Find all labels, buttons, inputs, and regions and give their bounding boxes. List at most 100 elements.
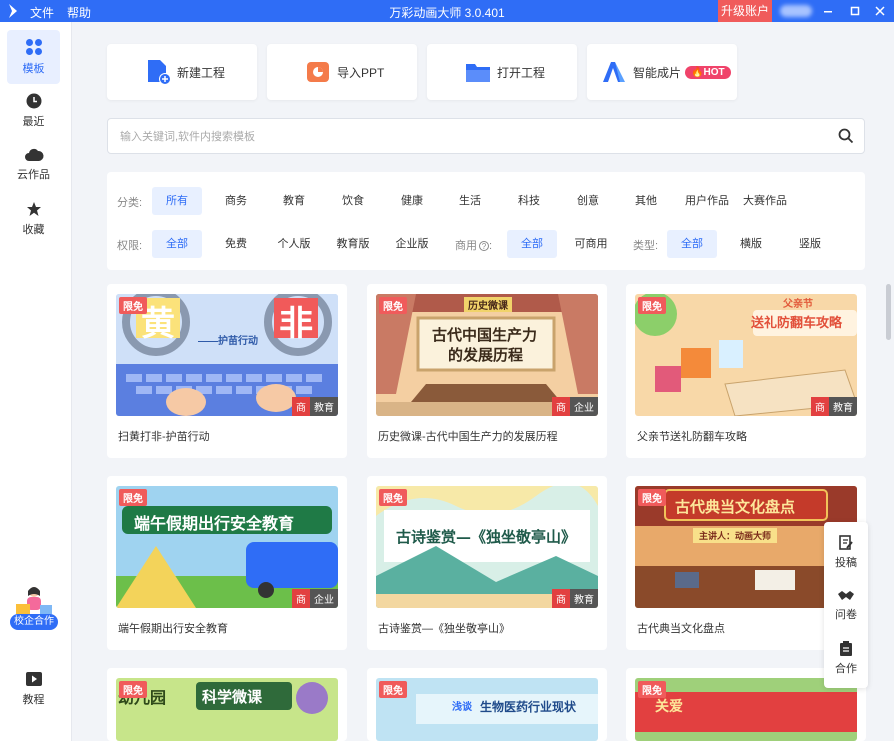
chip-category-education[interactable]: 教育: [269, 187, 319, 215]
tag-group: 商教育: [552, 589, 598, 608]
chip-permission-all[interactable]: 全部: [152, 230, 202, 258]
action-label: 智能成片: [633, 65, 682, 80]
tag-group: 商企业: [552, 397, 598, 416]
sidebar-item-templates[interactable]: 模板: [7, 30, 60, 84]
template-thumbnail[interactable]: 黄 非 ——护苗行动 限免 商教育: [116, 294, 338, 416]
handshake-icon: [838, 590, 854, 600]
help-icon[interactable]: ?: [479, 241, 489, 251]
open-project-button[interactable]: 打开工程: [427, 44, 577, 100]
template-card[interactable]: 历史微课 古代中国生产力 的发展历程 限免 商企业 历史微课-古代中国生产力的发…: [367, 284, 607, 458]
chip-category-all[interactable]: 所有: [152, 187, 202, 215]
clock-icon: [26, 93, 41, 109]
sidebar-item-recent[interactable]: 最近: [7, 84, 60, 138]
thumb-text: 父亲节: [783, 299, 813, 310]
chip-category-life[interactable]: 生活: [445, 187, 495, 215]
template-title: 端午假期出行安全教育: [118, 623, 228, 635]
chip-category-health[interactable]: 健康: [387, 187, 437, 215]
chip-permission-personal[interactable]: 个人版: [269, 230, 319, 258]
sidebar-item-favorites[interactable]: 收藏: [7, 192, 60, 246]
new-project-button[interactable]: 新建工程: [107, 44, 257, 100]
menu-help[interactable]: 帮助: [67, 4, 91, 21]
chip-category-food[interactable]: 饮食: [328, 187, 378, 215]
thumb-text: 浅谈: [452, 702, 472, 713]
tag-group: 商教育: [811, 397, 857, 416]
thumb-text: 生物医药行业现状: [480, 700, 577, 714]
chip-category-business[interactable]: 商务: [211, 187, 261, 215]
chip-permission-education[interactable]: 教育版: [328, 230, 378, 258]
floatbar-label: 投稿: [835, 556, 857, 569]
chip-category-user-works[interactable]: 用户作品: [679, 187, 735, 215]
app-logo-icon: [9, 4, 17, 18]
chip-commercial-all[interactable]: 全部: [507, 230, 557, 258]
submit-work-button[interactable]: 投稿: [824, 526, 868, 578]
upgrade-account-button[interactable]: 升级账户: [718, 0, 772, 22]
thumb-text: 非: [279, 304, 313, 344]
template-card[interactable]: 端午假期出行安全教育 限免 商企业 端午假期出行安全教育: [107, 476, 347, 650]
chip-permission-enterprise[interactable]: 企业版: [387, 230, 437, 258]
chip-category-tech[interactable]: 科技: [504, 187, 554, 215]
template-thumbnail[interactable]: 历史微课 古代中国生产力 的发展历程 限免 商企业: [376, 294, 598, 416]
free-badge: 限免: [638, 297, 666, 314]
tag-edition: 企业: [570, 397, 598, 416]
template-card[interactable]: 古诗鉴赏—《独坐敬亭山》 限免 商教育 古诗鉴赏—《独坐敬亭山》: [367, 476, 607, 650]
scrollbar-thumb[interactable]: [886, 284, 891, 340]
search-icon[interactable]: [838, 128, 854, 144]
smart-video-button[interactable]: 智能成片 🔥HOT: [587, 44, 737, 100]
cooperation-button[interactable]: 合作: [824, 632, 868, 684]
sidebar-item-cloud[interactable]: 云作品: [7, 138, 60, 192]
chip-commercial-yes[interactable]: 可商用: [565, 230, 617, 258]
template-card[interactable]: 幼儿园 科学微课 限免: [107, 668, 347, 741]
import-ppt-button[interactable]: 导入PPT: [267, 44, 417, 100]
filter-row-permission: 权限: 全部 免费 个人版 教育版 企业版 商用?: 全部 可商用 类型: 全部…: [107, 230, 865, 258]
main-content: 新建工程 导入PPT 打开工程 智能成片 🔥HOT 分类: 所有 商务 教育 饮…: [90, 22, 886, 741]
close-icon[interactable]: [870, 1, 890, 21]
sidebar-item-tutorial[interactable]: 教程: [7, 662, 60, 716]
chip-type-landscape[interactable]: 横版: [726, 230, 776, 258]
tag-edition: 企业: [310, 589, 338, 608]
chip-category-creative[interactable]: 创意: [563, 187, 613, 215]
template-thumbnail[interactable]: 浅谈 生物医药行业现状 限免: [376, 678, 598, 741]
school-enterprise-coop-button[interactable]: 校企合作: [10, 584, 58, 634]
user-account[interactable]: [780, 5, 812, 17]
filter-label-type: 类型:: [633, 240, 659, 252]
thumb-text: ——护苗行动: [198, 336, 258, 347]
template-title: 古代典当文化盘点: [637, 623, 725, 635]
thumb-text: 送礼防翻车攻略: [751, 316, 843, 331]
free-badge: 限免: [379, 489, 407, 506]
free-badge: 限免: [638, 489, 666, 506]
template-thumbnail[interactable]: 端午假期出行安全教育 限免 商企业: [116, 486, 338, 608]
template-card[interactable]: 黄 非 ——护苗行动 限免 商教育 扫黄打非-护苗行动: [107, 284, 347, 458]
action-label: 导入PPT: [337, 65, 385, 80]
coop-label: 校企合作: [10, 614, 58, 630]
template-thumbnail[interactable]: 古诗鉴赏—《独坐敬亭山》 限免 商教育: [376, 486, 598, 608]
menu-file[interactable]: 文件: [30, 4, 54, 21]
filter-row-category: 分类: 所有 商务 教育 饮食 健康 生活 科技 创意 其他 用户作品 大赛作品: [107, 187, 865, 215]
chip-category-contest-works[interactable]: 大赛作品: [737, 187, 793, 215]
chip-type-portrait[interactable]: 竖版: [785, 230, 835, 258]
search-input[interactable]: [120, 127, 820, 147]
chip-type-all[interactable]: 全部: [667, 230, 717, 258]
thumb-text: 古代中国生产力: [432, 326, 538, 344]
maximize-icon[interactable]: [845, 1, 865, 21]
title-bar: 文件 帮助 万彩动画大师 3.0.401 升级账户: [0, 0, 894, 22]
template-card[interactable]: 浅谈 生物医药行业现状 限免: [367, 668, 607, 741]
template-thumbnail[interactable]: 幼儿园 科学微课 限免: [116, 678, 338, 741]
sidebar-item-label: 最近: [22, 116, 45, 128]
tag-commercial: 商: [552, 397, 570, 416]
minimize-icon[interactable]: [818, 1, 838, 21]
edit-icon: [839, 534, 853, 550]
thumb-text: 的发展历程: [448, 346, 524, 364]
questionnaire-button[interactable]: 问卷: [824, 579, 868, 631]
hot-badge-text: HOT: [703, 66, 725, 78]
template-thumbnail[interactable]: 关爱 限免: [635, 678, 857, 741]
free-badge: 限免: [119, 489, 147, 506]
template-card[interactable]: 父亲节 送礼防翻车攻略 限免 商教育 父亲节送礼防翻车攻略: [626, 284, 866, 458]
free-badge: 限免: [379, 297, 407, 314]
template-title: 扫黄打非-护苗行动: [118, 431, 210, 443]
tag-group: 商教育: [292, 397, 338, 416]
sidebar-item-label: 教程: [22, 694, 45, 706]
chip-permission-free[interactable]: 免费: [211, 230, 261, 258]
star-icon: [26, 202, 41, 216]
template-thumbnail[interactable]: 父亲节 送礼防翻车攻略 限免 商教育: [635, 294, 857, 416]
chip-category-other[interactable]: 其他: [621, 187, 671, 215]
